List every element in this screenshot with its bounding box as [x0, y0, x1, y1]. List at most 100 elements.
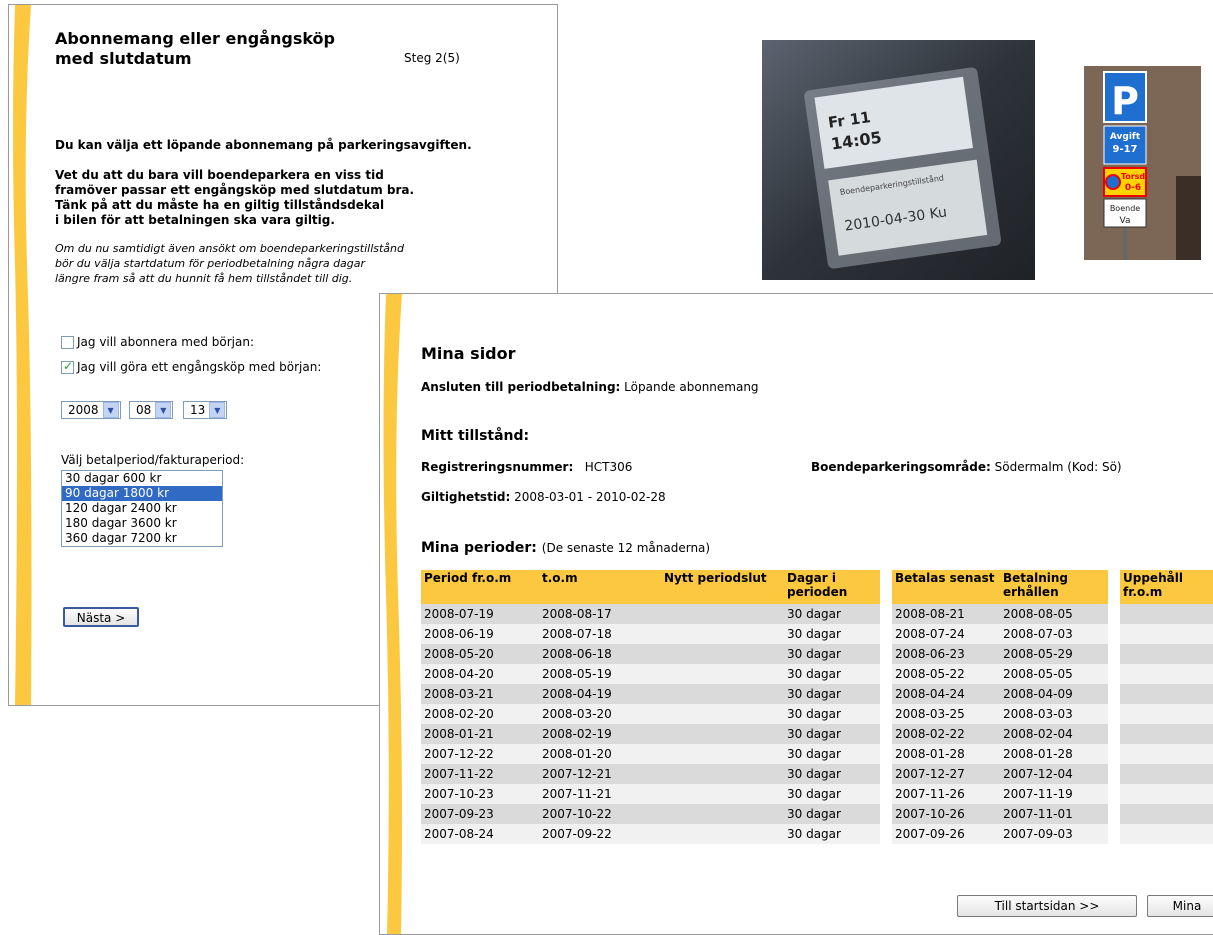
- column-gap: [1108, 704, 1120, 724]
- subscribe-option[interactable]: Jag vill abonnera med början:: [61, 335, 254, 349]
- table-row: 2008-04-20 2008-05-19 30 dagar 2008-05-22 20…: [421, 664, 1213, 684]
- column-gap: [1108, 804, 1120, 824]
- table-cell: 2008-04-24: [892, 684, 1000, 704]
- column-gap: [1108, 764, 1120, 784]
- periods-heading-text: Mina perioder:: [421, 540, 537, 556]
- sign-avgift: Avgift: [1110, 132, 1141, 142]
- period-label: Välj betalperiod/fakturaperiod:: [61, 453, 245, 467]
- table-cell: [1120, 704, 1213, 724]
- single-purchase-option[interactable]: Jag vill göra ett engångsköp med början:: [61, 359, 321, 374]
- table-cell: 2008-02-22: [892, 724, 1000, 744]
- table-row: 2008-02-20 2008-03-20 30 dagar 2008-03-25 20…: [421, 704, 1213, 724]
- period-option[interactable]: 30 dagar 600 kr: [62, 471, 222, 486]
- permit-heading: Mitt tillstånd:: [421, 428, 530, 444]
- table-cell: 2007-09-23: [421, 804, 539, 824]
- column-gap: [880, 724, 892, 744]
- table-cell: [1120, 664, 1213, 684]
- col-days: Dagar i perioden: [784, 570, 880, 604]
- info-line: Tänk på att du måste ha en giltig tillst…: [55, 198, 385, 212]
- table-cell: [1120, 644, 1213, 664]
- period-option[interactable]: 120 dagar 2400 kr: [62, 501, 222, 516]
- table-cell: 2008-07-19: [421, 604, 539, 624]
- table-cell: [661, 604, 784, 624]
- table-cell: [661, 804, 784, 824]
- table-cell: 2008-01-21: [421, 724, 539, 744]
- period-option[interactable]: 180 dagar 3600 kr: [62, 516, 222, 531]
- table-cell: 30 dagar: [784, 724, 880, 744]
- column-gap: [1108, 824, 1120, 844]
- table-cell: 2007-09-03: [1000, 824, 1108, 844]
- period-listbox[interactable]: 30 dagar 600 kr 90 dagar 1800 kr 120 dag…: [61, 470, 223, 547]
- table-cell: [1120, 604, 1213, 624]
- table-cell: 2008-01-28: [892, 744, 1000, 764]
- permit-photo: Fr 11 14:05 Boendeparkeringstillstånd 20…: [762, 40, 1035, 280]
- single-purchase-checkbox[interactable]: [61, 359, 74, 374]
- yellow-stripe-decoration: [383, 294, 402, 934]
- sign-torsd-hours: 0-6: [1125, 183, 1141, 193]
- table-cell: 2007-11-01: [1000, 804, 1108, 824]
- column-gap: [880, 824, 892, 844]
- table-cell: [661, 744, 784, 764]
- table-cell: 30 dagar: [784, 784, 880, 804]
- intro-text: Du kan välja ett löpande abonnemang på p…: [55, 138, 472, 152]
- chevron-down-icon[interactable]: ▼: [209, 402, 226, 418]
- validity-value: 2008-03-01 - 2010-02-28: [514, 490, 666, 504]
- step-indicator: Steg 2(5): [404, 51, 460, 65]
- month-select[interactable]: 08 ▼: [129, 401, 174, 419]
- table-cell: 2007-12-04: [1000, 764, 1108, 784]
- table-cell: [661, 664, 784, 684]
- period-option[interactable]: 360 dagar 7200 kr: [62, 531, 222, 546]
- table-cell: 2008-07-24: [892, 624, 1000, 644]
- table-cell: 2007-11-26: [892, 784, 1000, 804]
- table-cell: 2008-05-05: [1000, 664, 1108, 684]
- parking-sign-image: P Avgift 9-17 Torsd 0-6 Boende Va: [1084, 66, 1201, 260]
- connection-value: Löpande abonnemang: [624, 380, 759, 394]
- note-line: bör du välja startdatum för periodbetaln…: [55, 257, 366, 270]
- start-page-button[interactable]: Till startsidan >>: [957, 895, 1137, 917]
- table-cell: 2007-08-24: [421, 824, 539, 844]
- area-value: Södermalm (Kod: Sö): [994, 460, 1122, 474]
- table-header-row: Period fr.o.m t.o.m Nytt periodslut Daga…: [421, 570, 1213, 604]
- column-gap: [880, 624, 892, 644]
- table-cell: 2007-11-21: [539, 784, 661, 804]
- registration-label: Registreringsnummer:: [421, 460, 574, 474]
- table-cell: 2007-10-22: [539, 804, 661, 824]
- day-select[interactable]: 13 ▼: [183, 401, 228, 419]
- year-select[interactable]: 2008 ▼: [61, 401, 121, 419]
- period-option-selected[interactable]: 90 dagar 1800 kr: [62, 486, 222, 501]
- table-cell: 2007-12-21: [539, 764, 661, 784]
- col-period-from: Period fr.o.m: [421, 570, 539, 604]
- column-gap: [1108, 644, 1120, 664]
- validity-label: Giltighetstid:: [421, 490, 511, 504]
- info-line: Vet du att du bara vill boendeparkera en…: [55, 168, 384, 182]
- sign-hours: 9-17: [1112, 144, 1137, 155]
- table-cell: 30 dagar: [784, 624, 880, 644]
- col-due: Betalas senast: [892, 570, 1000, 604]
- table-cell: 30 dagar: [784, 644, 880, 664]
- my-pages-button[interactable]: Mina: [1147, 895, 1213, 917]
- column-gap: [880, 784, 892, 804]
- table-row: 2008-07-19 2008-08-17 30 dagar 2008-08-21 20…: [421, 604, 1213, 624]
- next-button[interactable]: Nästa >: [63, 607, 139, 627]
- table-row: 2008-06-19 2008-07-18 30 dagar 2008-07-24 20…: [421, 624, 1213, 644]
- table-cell: 30 dagar: [784, 664, 880, 684]
- chevron-down-icon[interactable]: ▼: [155, 402, 172, 418]
- subscribe-checkbox[interactable]: [61, 335, 74, 349]
- table-row: 2007-08-24 2007-09-22 30 dagar 2007-09-26 20…: [421, 824, 1213, 844]
- column-gap: [880, 684, 892, 704]
- table-cell: 2008-02-19: [539, 724, 661, 744]
- note-line: Om du nu samtidigt även ansökt om boende…: [55, 242, 404, 255]
- area-row: Boendeparkeringsområde: Södermalm (Kod: …: [811, 460, 1122, 474]
- table-cell: [661, 724, 784, 744]
- table-cell: 30 dagar: [784, 764, 880, 784]
- column-gap: [1108, 684, 1120, 704]
- table-cell: 2008-06-23: [892, 644, 1000, 664]
- table-cell: 2008-04-19: [539, 684, 661, 704]
- col-received: Betalning erhållen: [1000, 570, 1108, 604]
- table-cell: 2008-01-20: [539, 744, 661, 764]
- chevron-down-icon[interactable]: ▼: [102, 402, 119, 418]
- column-gap: [1108, 724, 1120, 744]
- table-row: 2007-11-22 2007-12-21 30 dagar 2007-12-27 20…: [421, 764, 1213, 784]
- table-cell: 2007-09-26: [892, 824, 1000, 844]
- sign-boende: Boende: [1110, 204, 1140, 213]
